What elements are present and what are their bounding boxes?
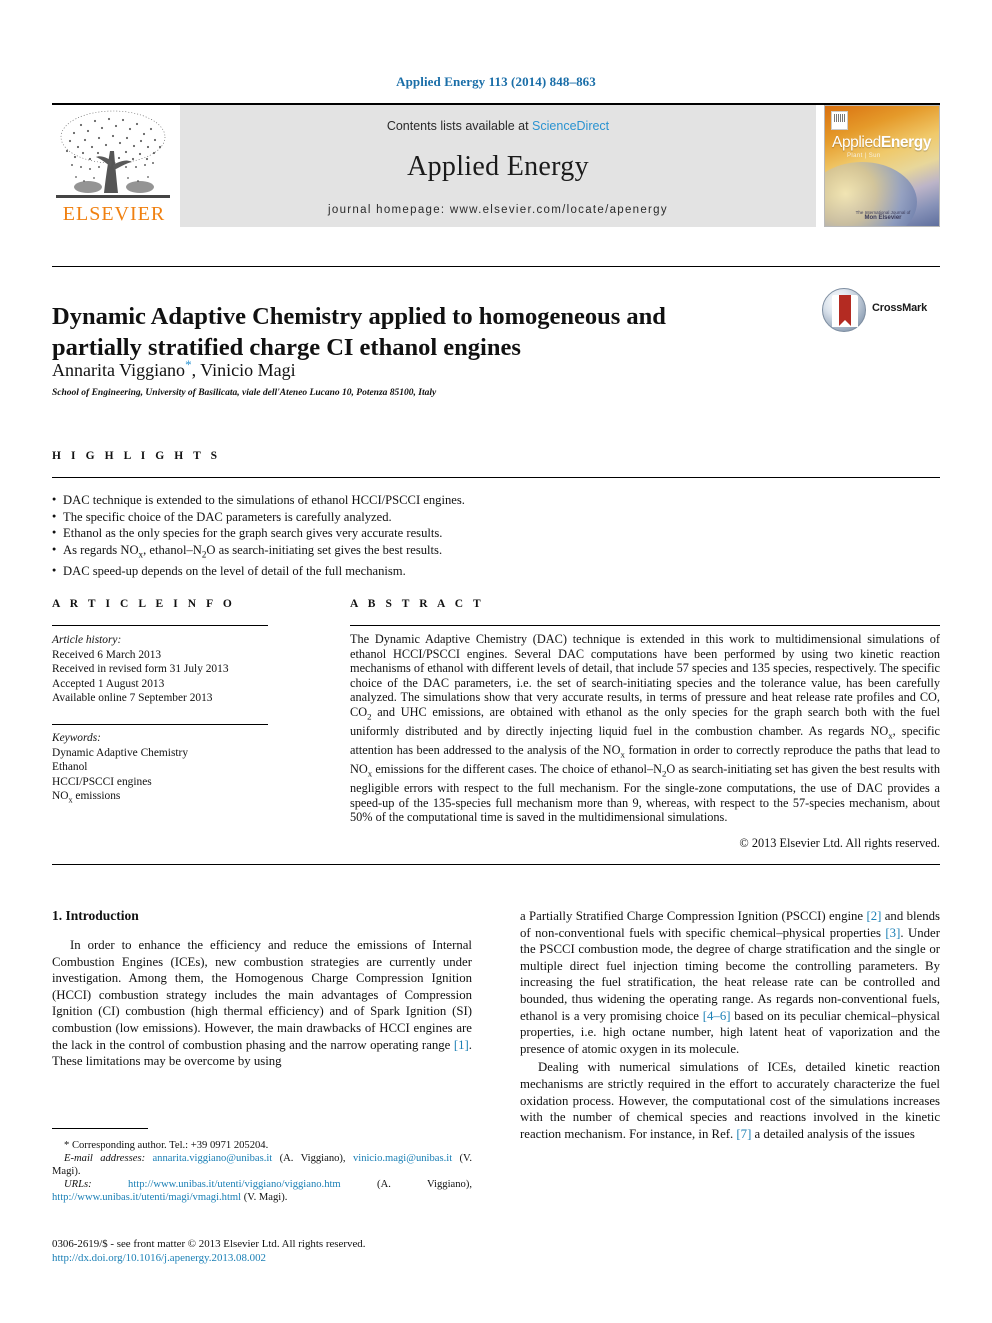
history-accepted: Accepted 1 August 2013 — [52, 677, 165, 690]
elsevier-logo: ELSEVIER — [52, 105, 176, 227]
keywords-block: Keywords: Dynamic Adaptive Chemistry Eth… — [52, 731, 282, 808]
footnote-rule — [52, 1128, 148, 1129]
urls-label: URLs: — [64, 1179, 92, 1190]
keyword-item: NOx emissions — [52, 790, 121, 805]
history-label: Article history: — [52, 634, 122, 646]
list-item: Ethanol as the only species for the grap… — [52, 524, 652, 542]
article-info-rule — [52, 625, 268, 626]
issn-line: 0306-2619/$ - see front matter © 2013 El… — [52, 1238, 366, 1250]
keyword-item: HCCI/PSCCI engines — [52, 775, 152, 788]
citation-link[interactable]: [2] — [866, 909, 881, 923]
journal-banner: ELSEVIER Contents lists available at Sci… — [52, 105, 940, 227]
cover-elsevier-mark-icon — [831, 111, 848, 130]
article-history: Article history: Received 6 March 2013 R… — [52, 633, 282, 706]
history-online: Available online 7 September 2013 — [52, 692, 213, 704]
crossmark-icon — [822, 288, 866, 332]
author-list: Annarita Viggiano*, Vinicio Magi — [52, 357, 296, 381]
highlights-rule — [52, 477, 940, 478]
email-owner-1: (A. Viggiano), — [279, 1153, 346, 1164]
highlight-text: Ethanol as the only species for the grap… — [63, 526, 443, 540]
urls-note: URLs: http://www.unibas.it/utenti/viggia… — [52, 1178, 472, 1204]
author-1: Annarita Viggiano — [52, 360, 186, 380]
list-item: DAC speed-up depends on the level of det… — [52, 562, 652, 580]
corresponding-author-note: * Corresponding author. Tel.: +39 0971 2… — [64, 1140, 269, 1151]
cover-footer-bold: Mon Elsevier — [864, 215, 902, 221]
crossmark-badge[interactable]: CrossMark — [822, 288, 942, 333]
highlight-text: DAC technique is extended to the simulat… — [63, 493, 465, 507]
highlight-text: DAC speed-up depends on the level of det… — [63, 563, 406, 578]
history-revised: Received in revised form 31 July 2013 — [52, 663, 229, 675]
cover-title-light: Applied — [832, 134, 881, 151]
highlights-heading: H I G H L I G H T S — [52, 450, 221, 462]
citation-link[interactable]: [4–6] — [703, 1009, 731, 1023]
cover-subtitle: Plant | Sun — [847, 153, 881, 159]
abstract-heading: A B S T R A C T — [350, 598, 485, 610]
article-page: Applied Energy 113 (2014) 848–863 ELSEVI… — [0, 0, 992, 1323]
imprint-block: 0306-2619/$ - see front matter © 2013 El… — [52, 1237, 482, 1265]
banner-background: Contents lists available at ScienceDirec… — [180, 105, 816, 227]
article-info-heading: A R T I C L E I N F O — [52, 598, 236, 610]
email-addresses-note: E-mail addresses: annarita.viggiano@unib… — [52, 1152, 472, 1178]
crossmark-inner — [832, 295, 858, 327]
highlight-text: The specific choice of the DAC parameter… — [63, 509, 392, 524]
abstract-copyright: © 2013 Elsevier Ltd. All rights reserved… — [739, 836, 940, 850]
page-title: Dynamic Adaptive Chemistry applied to ho… — [52, 303, 666, 362]
list-item: DAC technique is extended to the simulat… — [52, 491, 652, 509]
abstract-rule — [350, 625, 940, 626]
list-item: The specific choice of the DAC parameter… — [52, 508, 652, 526]
body-column-right: a Partially Stratified Charge Compressio… — [520, 908, 940, 1144]
url-owner-2: (V. Magi). — [243, 1192, 288, 1203]
url-owner-1: (A. Viggiano), — [377, 1179, 472, 1190]
email-link-1[interactable]: annarita.viggiano@unibas.it — [152, 1153, 272, 1164]
elsevier-wordmark: ELSEVIER — [62, 203, 166, 225]
footnote-block: * Corresponding author. Tel.: +39 0971 2… — [52, 1139, 472, 1204]
url-link-2[interactable]: http://www.unibas.it/utenti/magi/vmagi.h… — [52, 1192, 241, 1203]
citation-link[interactable]: [1] — [454, 1038, 469, 1052]
paragraph: a Partially Stratified Charge Compressio… — [520, 909, 940, 1056]
contents-lists-line: Contents lists available at ScienceDirec… — [180, 119, 816, 133]
affiliation: School of Engineering, University of Bas… — [52, 388, 437, 398]
citation-link[interactable]: [3] — [885, 926, 900, 940]
url-link-1[interactable]: http://www.unibas.it/utenti/viggiano/vig… — [128, 1179, 341, 1190]
keywords-rule — [52, 724, 268, 725]
abstract-text: The Dynamic Adaptive Chemistry (DAC) tec… — [350, 632, 940, 825]
list-item: As regards NOx, ethanol–N2O as search-in… — [52, 540, 652, 563]
doi-link[interactable]: http://dx.doi.org/10.1016/j.apenergy.201… — [52, 1251, 482, 1265]
keyword-item: Ethanol — [52, 761, 88, 773]
contents-prefix: Contents lists available at — [386, 119, 533, 133]
keyword-item: Dynamic Adaptive Chemistry — [52, 746, 189, 759]
journal-cover-thumbnail: AppliedEnergy Plant | Sun The Internatio… — [824, 105, 940, 227]
body-column-left: 1. Introduction In order to enhance the … — [52, 908, 472, 1072]
journal-name: Applied Energy — [407, 151, 589, 182]
cover-title: AppliedEnergy — [832, 134, 931, 152]
elsevier-tree-icon — [56, 110, 170, 198]
abstract-bottom-rule — [52, 864, 940, 865]
sciencedirect-link[interactable]: ScienceDirect — [532, 119, 609, 133]
title-separator-rule — [52, 266, 940, 267]
paragraph: In order to enhance the efficiency and r… — [52, 938, 472, 1069]
keywords-label: Keywords: — [52, 732, 101, 744]
crossmark-ribbon — [839, 295, 851, 326]
citation-link[interactable]: [7] — [736, 1127, 751, 1141]
section-heading-introduction: 1. Introduction — [52, 908, 139, 923]
highlights-list: DAC technique is extended to the simulat… — [52, 491, 652, 580]
journal-homepage[interactable]: journal homepage: www.elsevier.com/locat… — [180, 204, 816, 216]
history-received: Received 6 March 2013 — [52, 648, 162, 661]
running-head: Applied Energy 113 (2014) 848–863 — [396, 74, 596, 89]
cover-title-bold: Energy — [880, 134, 932, 151]
cover-footer: The International Journal of Mon Elsevier — [825, 210, 939, 221]
email-label: E-mail addresses: — [64, 1153, 146, 1164]
crossmark-label: CrossMark — [872, 302, 928, 314]
author-2: , Vinicio Magi — [191, 360, 296, 380]
email-link-2[interactable]: vinicio.magi@unibas.it — [353, 1153, 452, 1164]
paragraph: Dealing with numerical simulations of IC… — [520, 1060, 940, 1141]
